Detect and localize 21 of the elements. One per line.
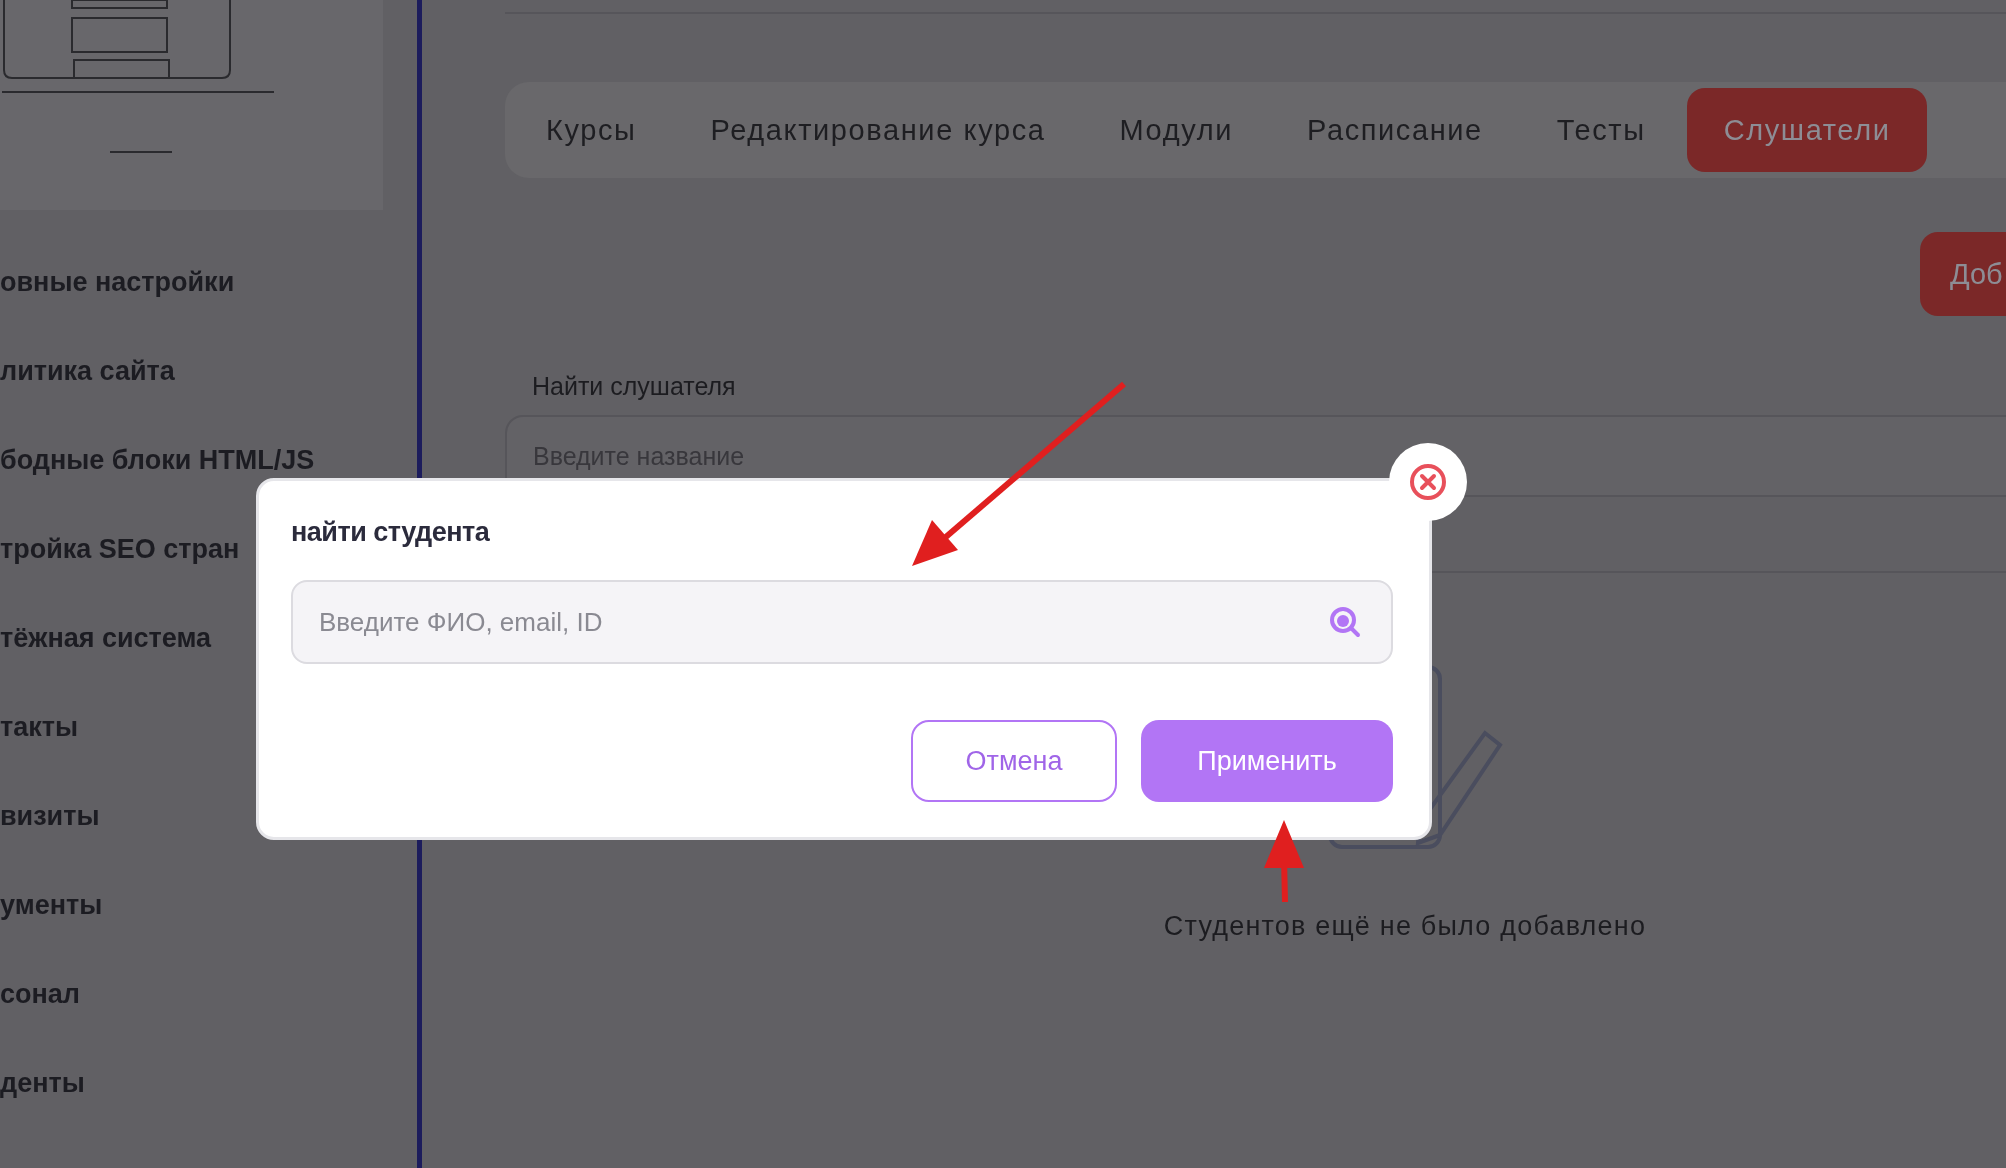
sidebar-item[interactable]: денты [0, 1039, 417, 1128]
sidebar-item[interactable]: бодные блоки HTML/JS [0, 416, 417, 505]
student-search-field[interactable]: Введите ФИО, email, ID [291, 580, 1393, 664]
dialog-title: найти студента [291, 517, 491, 548]
cancel-button[interactable]: Отмена [911, 720, 1117, 802]
tab[interactable]: Редактирование курса [673, 88, 1083, 172]
sidebar-item[interactable]: овные настройки [0, 238, 417, 327]
tab[interactable]: Курсы [509, 88, 674, 172]
tab[interactable]: Тесты [1519, 88, 1683, 172]
apply-button[interactable]: Применить [1141, 720, 1393, 802]
close-icon [1408, 462, 1448, 502]
sidebar-item[interactable]: литика сайта [0, 327, 417, 416]
tab[interactable]: Расписание [1269, 88, 1520, 172]
sidebar-item[interactable]: ументы [0, 861, 417, 950]
tab[interactable]: Слушатели [1686, 88, 1928, 172]
search-label: Найти слушателя [532, 372, 737, 401]
search-icon[interactable] [1329, 606, 1361, 638]
sidebar-item[interactable]: сонал [0, 950, 417, 1039]
empty-state-text: Студентов ещё не было добавлено [1163, 911, 1647, 942]
tab[interactable]: Модули [1082, 88, 1270, 172]
add-button[interactable]: Доб [1920, 232, 2006, 316]
